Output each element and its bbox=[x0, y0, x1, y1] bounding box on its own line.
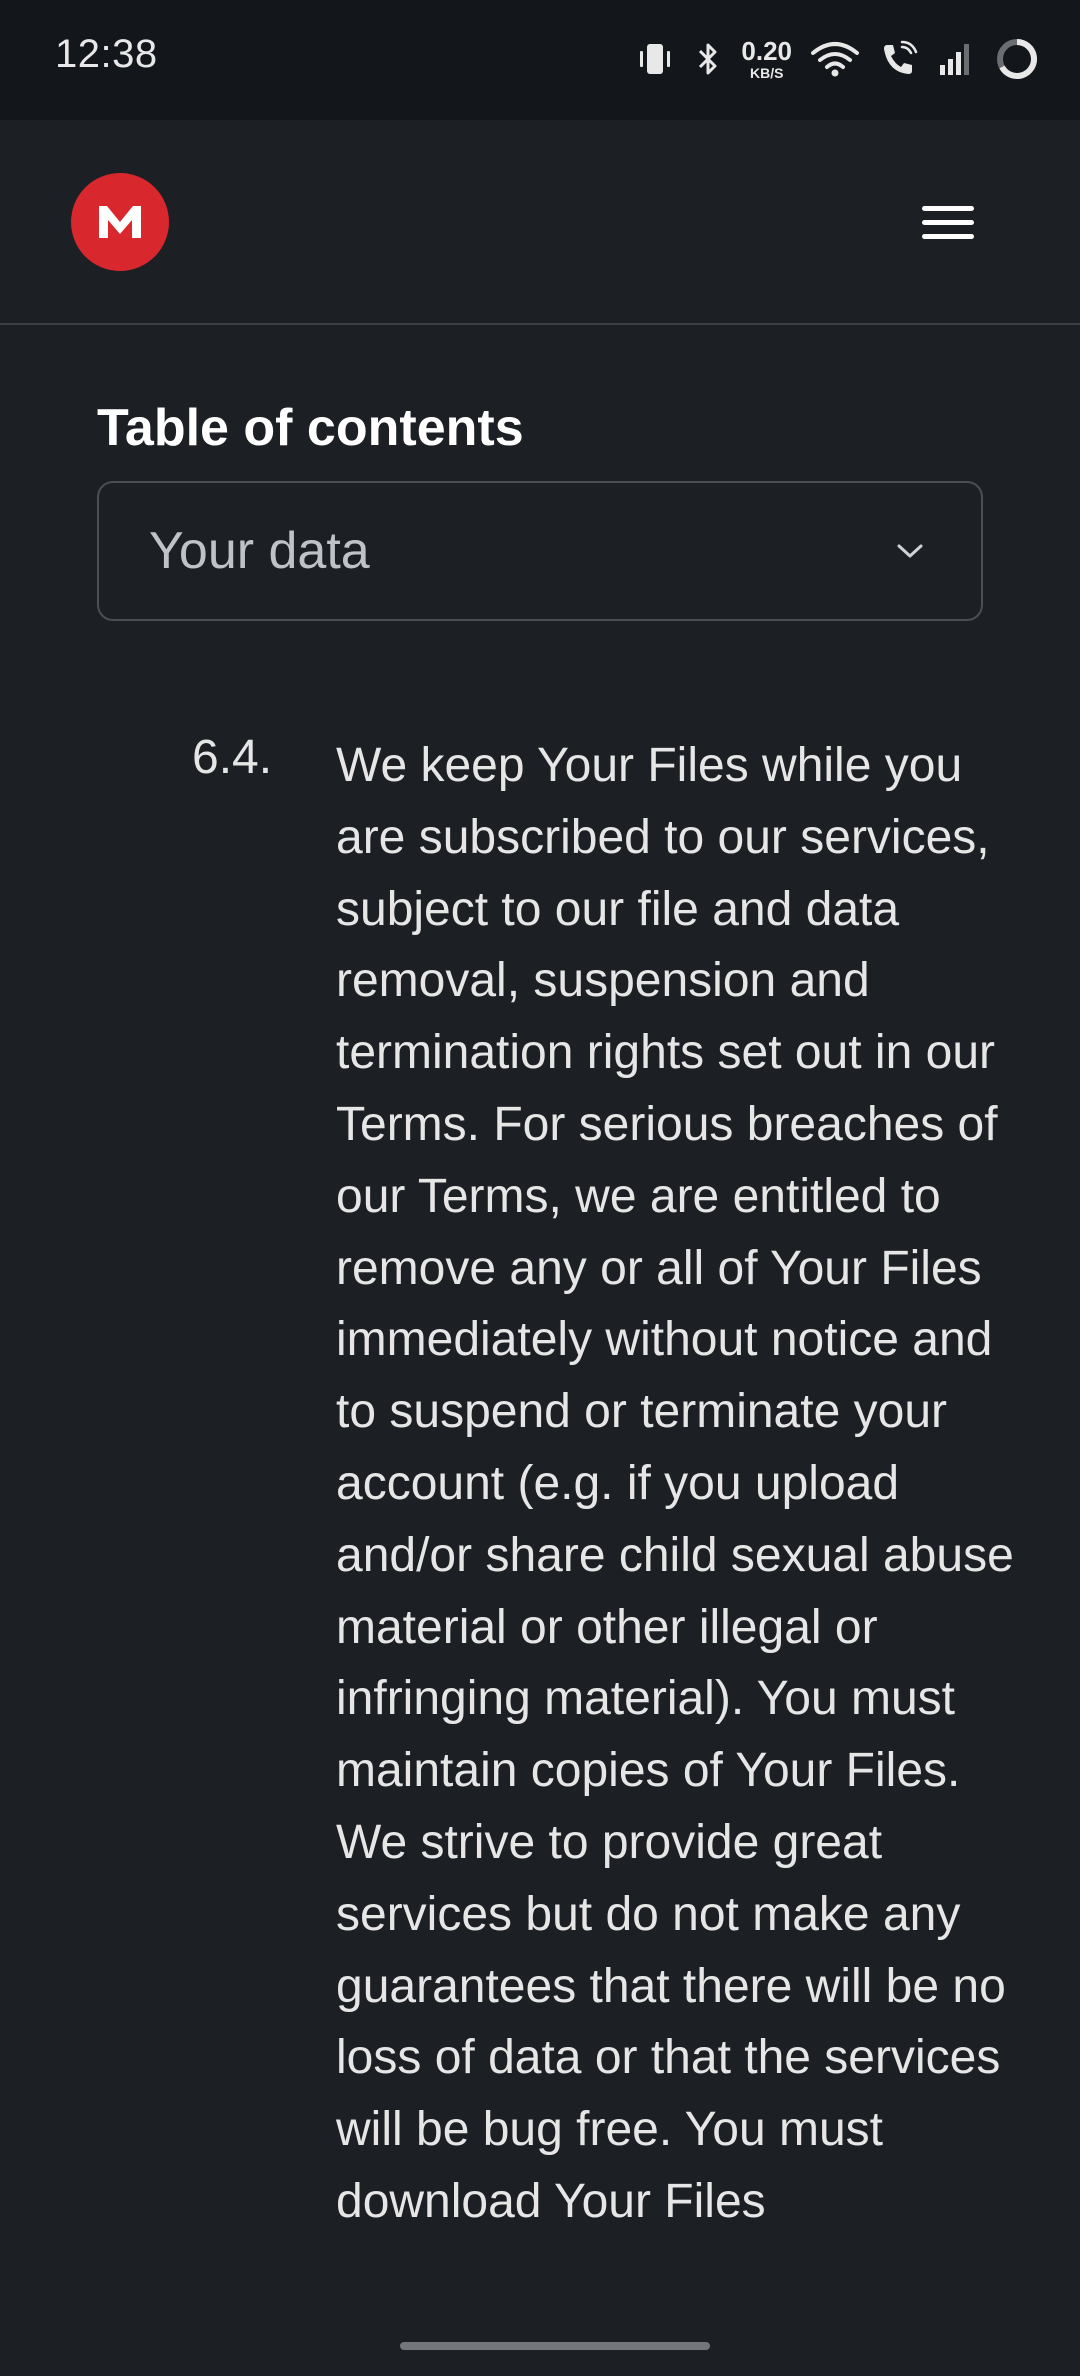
wifi-calling-icon bbox=[878, 39, 918, 79]
clause-number: 6.4. bbox=[192, 731, 273, 784]
net-speed: 0.20 KB/S bbox=[741, 38, 792, 80]
app-header bbox=[0, 120, 1080, 325]
bluetooth-icon bbox=[693, 39, 723, 79]
net-speed-unit: KB/S bbox=[749, 65, 784, 81]
status-bar: 12:38 0.20 KB/S bbox=[0, 0, 1080, 120]
vibrate-icon bbox=[635, 39, 675, 79]
status-icons: 0.20 KB/S bbox=[635, 30, 1040, 88]
mega-logo-letter bbox=[99, 206, 141, 238]
status-time: 12:38 bbox=[55, 32, 158, 76]
hamburger-menu-button[interactable] bbox=[910, 190, 985, 255]
mega-logo[interactable] bbox=[71, 173, 169, 271]
toc-dropdown[interactable]: Your data bbox=[97, 481, 983, 621]
chevron-down-icon bbox=[895, 541, 925, 561]
battery-ring-icon bbox=[994, 36, 1040, 82]
net-speed-value: 0.20 bbox=[741, 36, 792, 66]
toc-heading: Table of contents bbox=[97, 399, 524, 457]
hamburger-menu-icon bbox=[921, 205, 974, 239]
wifi-icon bbox=[810, 39, 860, 79]
clause-text: We keep Your Files while you are subscri… bbox=[336, 739, 1014, 2228]
toc-selected-value: Your data bbox=[149, 522, 370, 580]
signal-icon bbox=[936, 39, 976, 79]
scroll-indicator bbox=[400, 2342, 710, 2350]
